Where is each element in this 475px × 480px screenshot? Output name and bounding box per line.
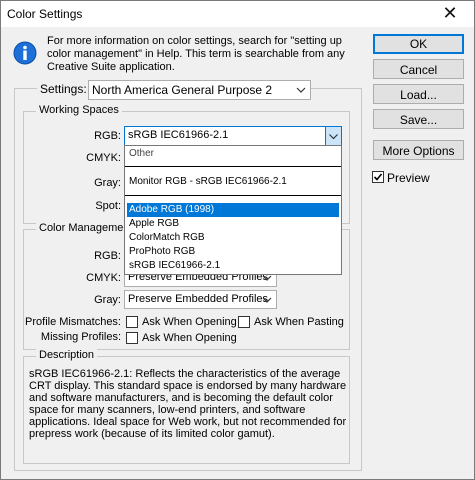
cm-gray-label: Gray:	[94, 294, 121, 306]
missing-profiles-label: Missing Profiles:	[40, 331, 121, 343]
info-message: For more information on color settings, …	[47, 35, 345, 73]
missing-ask-opening-label: Ask When Opening	[142, 332, 237, 344]
settings-label: Settings:	[37, 82, 90, 96]
rgb-dropdown-list: Other Monitor RGB - sRGB IEC61966-2.1 Ad…	[124, 145, 342, 275]
title-bar: Color Settings ✕	[1, 1, 474, 27]
preview-checkbox[interactable]	[372, 171, 384, 183]
save-button[interactable]: Save...	[373, 109, 464, 129]
rgb-select[interactable]: sRGB IEC61966-2.1	[124, 126, 342, 146]
ok-button[interactable]: OK	[373, 34, 464, 54]
gray-label: Gray:	[94, 177, 121, 189]
description-title: Description	[36, 349, 98, 361]
preview-label: Preview	[387, 171, 430, 185]
mismatch-ask-pasting-checkbox[interactable]	[238, 316, 250, 328]
settings-select[interactable]: North America General Purpose 2	[88, 80, 311, 100]
checkmark-icon	[373, 173, 383, 181]
dropdown-item-other[interactable]: Other	[127, 147, 339, 161]
load-button[interactable]: Load...	[373, 84, 464, 104]
mismatch-ask-pasting-label: Ask When Pasting	[254, 316, 344, 328]
dropdown-item-adobe-rgb[interactable]: Adobe RGB (1998)	[127, 203, 339, 217]
close-button[interactable]: ✕	[428, 1, 472, 27]
dropdown-item-srgb[interactable]: sRGB IEC61966-2.1	[127, 259, 339, 273]
cmyk-label: CMYK:	[86, 152, 121, 164]
color-settings-dialog: Color Settings ✕ For more information on…	[0, 0, 475, 480]
dropdown-separator	[125, 195, 341, 196]
cm-cmyk-label: CMYK:	[86, 272, 121, 284]
info-icon	[13, 41, 37, 65]
chevron-down-icon	[296, 87, 306, 93]
description-text: sRGB IEC61966-2.1: Reflects the characte…	[29, 368, 347, 440]
dropdown-separator	[125, 166, 341, 167]
cm-gray-select[interactable]: Preserve Embedded Profiles	[124, 290, 277, 309]
settings-value: North America General Purpose 2	[92, 83, 273, 97]
working-spaces-title: Working Spaces	[36, 104, 122, 116]
cm-gray-value: Preserve Embedded Profiles	[128, 293, 269, 305]
window-title: Color Settings	[7, 7, 83, 21]
dropdown-item-monitor-rgb[interactable]: Monitor RGB - sRGB IEC61966-2.1	[127, 175, 339, 189]
dropdown-item-colormatch-rgb[interactable]: ColorMatch RGB	[127, 231, 339, 245]
dropdown-item-prophoto-rgb[interactable]: ProPhoto RGB	[127, 245, 339, 259]
mismatch-ask-opening-label: Ask When Opening	[142, 316, 237, 328]
profile-mismatches-label: Profile Mismatches:	[25, 316, 121, 328]
rgb-value: sRGB IEC61966-2.1	[128, 129, 229, 141]
rgb-dropdown-button[interactable]	[325, 127, 341, 145]
rgb-label: RGB:	[94, 130, 121, 142]
dropdown-item-apple-rgb[interactable]: Apple RGB	[127, 217, 339, 231]
chevron-down-icon	[329, 134, 338, 140]
cm-rgb-label: RGB:	[94, 250, 121, 262]
chevron-down-icon	[262, 297, 272, 303]
mismatch-ask-opening-checkbox[interactable]	[126, 316, 138, 328]
cancel-button[interactable]: Cancel	[373, 59, 464, 79]
more-options-button[interactable]: More Options	[373, 140, 464, 160]
color-management-title: Color Management	[36, 222, 136, 234]
spot-label: Spot:	[95, 200, 121, 212]
missing-ask-opening-checkbox[interactable]	[126, 332, 138, 344]
